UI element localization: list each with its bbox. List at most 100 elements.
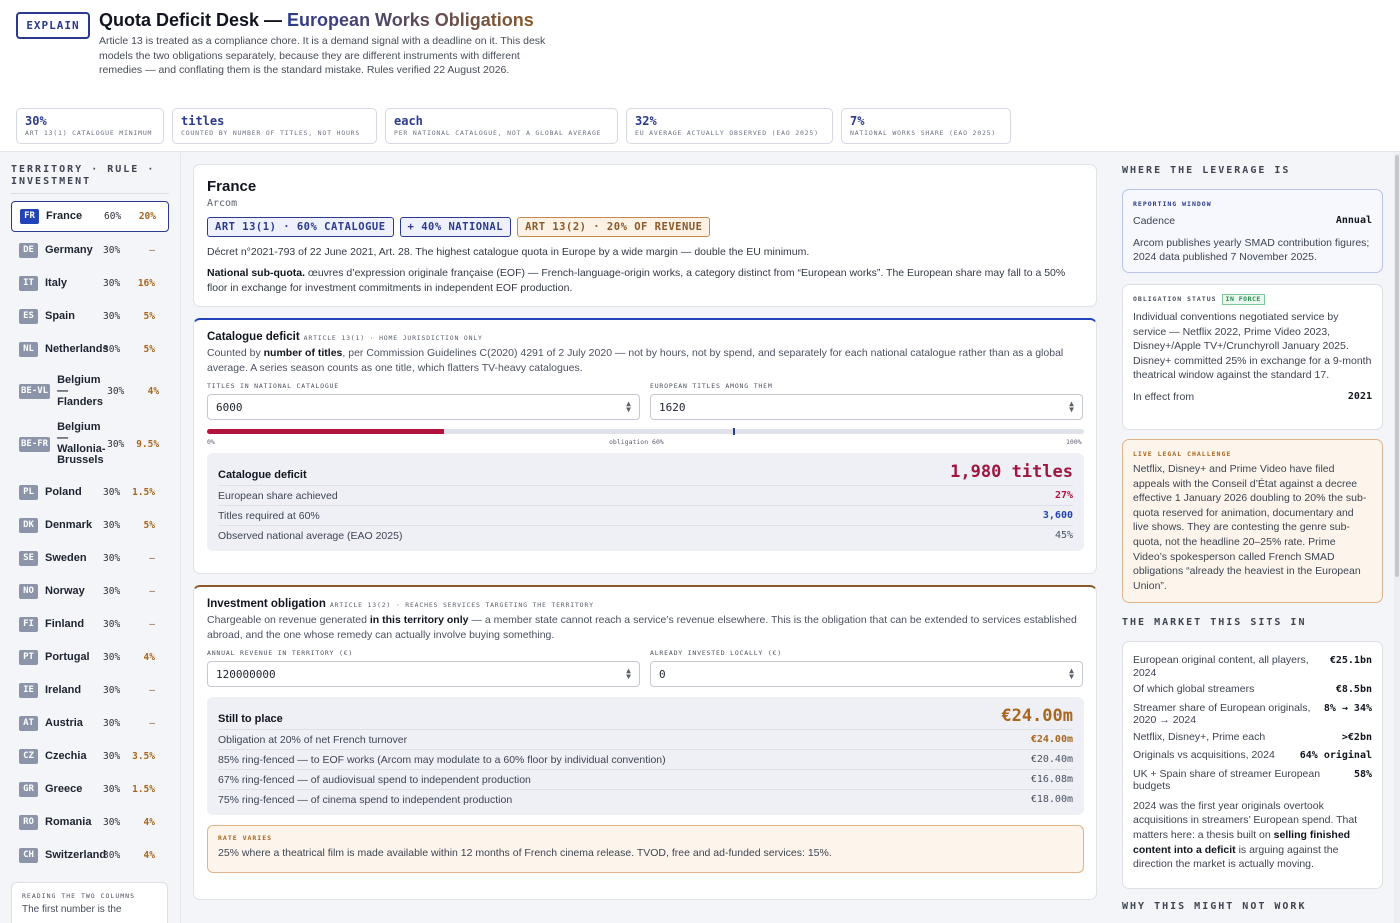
territory-catalogue: 30% — [103, 277, 121, 289]
territory-code: CH — [19, 847, 38, 863]
territory-name: Belgium — Wallonia-Brussels — [57, 421, 106, 466]
territory-code: NO — [19, 583, 38, 599]
result-row: Obligation at 20% of net French turnover… — [218, 729, 1073, 749]
territory-code: RO — [19, 814, 38, 830]
stat-card: titles COUNTED BY NUMBER OF TITLES, NOT H… — [172, 108, 377, 144]
status-heading: OBLIGATION STATUS — [1133, 295, 1217, 303]
territory-name: Ireland — [45, 683, 82, 696]
scrollbar-thumb[interactable] — [1395, 155, 1399, 577]
result-row: 67% ring-fenced — of audiovisual spend t… — [218, 769, 1073, 789]
subquota-body: œuvres d’expression originale française … — [207, 267, 1066, 294]
territory-item[interactable]: CH Switzerland 30% 4% — [11, 844, 169, 866]
reporting-window-box: REPORTING WINDOW Cadence Annual Arcom pub… — [1122, 189, 1383, 273]
territory-item[interactable]: PL Poland 30% 1.5% — [11, 481, 169, 503]
titles-input[interactable]: 6000 ▲ ▼ — [207, 394, 640, 420]
row-value: €18.00m — [1030, 794, 1073, 805]
result-row: 85% ring-fenced — to EOF works (Arcom ma… — [218, 749, 1073, 769]
territory-item[interactable]: GR Greece 30% 1.5% — [11, 778, 169, 800]
territory-code: BE-VL — [19, 383, 51, 399]
bar-min-label: 0% — [207, 438, 215, 446]
territory-name: Greece — [45, 782, 83, 795]
territory-investment: 9.5% — [136, 438, 160, 450]
header: EXPLAIN Quota Deficit Desk — European Wo… — [0, 0, 1400, 152]
market-row-value: €8.5bn — [1335, 684, 1372, 695]
stat-card: 30% ART 13(1) CATALOGUE MINIMUM — [16, 108, 164, 144]
territory-item[interactable]: AT Austria 30% — — [11, 712, 169, 734]
territory-item[interactable]: SE Sweden 30% — — [11, 547, 169, 569]
territory-title: France — [207, 178, 257, 195]
territory-catalogue: 30% — [103, 849, 121, 861]
market-row-value: 64% original — [1299, 750, 1372, 762]
territory-item[interactable]: CZ Czechia 30% 3.5% — [11, 745, 169, 767]
stat-label: ART 13(1) CATALOGUE MINIMUM — [25, 129, 153, 137]
scrollbar[interactable] — [1394, 153, 1400, 923]
territory-name: Czechia — [45, 749, 87, 762]
territory-code: PL — [19, 484, 38, 500]
stepper-icon[interactable]: ▲ ▼ — [626, 400, 631, 414]
stepper-icon[interactable]: ▲ ▼ — [1069, 667, 1074, 681]
obligation-marker — [733, 428, 736, 435]
territory-item[interactable]: ES Spain 30% 5% — [11, 305, 169, 327]
market-row-label: UK + Spain share of streamer European bu… — [1133, 767, 1321, 793]
stepper-icon[interactable]: ▲ ▼ — [626, 667, 631, 681]
territory-name: Sweden — [45, 551, 87, 564]
market-row-label: Netflix, Disney+, Prime each — [1133, 730, 1266, 743]
revenue-input[interactable]: 120000000 ▲ ▼ — [207, 661, 640, 687]
territory-name: Italy — [45, 276, 68, 289]
market-note: 2024 was the first year originals overto… — [1133, 799, 1372, 872]
territory-item[interactable]: FI Finland 30% — — [11, 613, 169, 635]
market-row-label: Of which global streamers — [1133, 683, 1255, 695]
territory-item[interactable]: PT Portugal 30% 4% — [11, 646, 169, 668]
challenge-body: Netflix, Disney+ and Prime Video have fi… — [1133, 463, 1367, 592]
territory-code: DE — [19, 242, 38, 258]
territory-code: FI — [19, 616, 38, 632]
territory-name: Finland — [45, 617, 85, 630]
status-badge: IN FORCE — [1221, 294, 1265, 305]
row-label: Observed national average (EAO 2025) — [218, 529, 403, 542]
market-row-label: Originals vs acquisitions, 2024 — [1133, 749, 1275, 762]
catalogue-field: EUROPEAN TITLES AMONG THEM 1620 ▲ ▼ — [650, 382, 1083, 420]
territory-code: AT — [19, 715, 38, 731]
investment-heading: Investment obligation ARTICLE 13(2) · REA… — [207, 598, 1083, 610]
territory-catalogue: 30% — [103, 750, 121, 762]
result-value: €24.00m — [1001, 706, 1073, 726]
territory-code: IT — [19, 275, 38, 291]
territory-investment: — — [149, 618, 155, 630]
territory-investment: 4% — [143, 651, 155, 663]
stepper-icon[interactable]: ▲ ▼ — [1069, 400, 1074, 414]
territory-card: France Arcom ART 13(1) · 60% CATALOGUE +… — [193, 164, 1097, 307]
result-row: Observed national average (EAO 2025) 45% — [218, 525, 1073, 545]
titles-input-value: 6000 — [216, 400, 243, 414]
territory-item[interactable]: IE Ireland 30% — — [11, 679, 169, 701]
market-row-value: 58% — [1353, 768, 1372, 780]
title-accent: European Works Obligations — [287, 10, 534, 30]
leverage-heading: WHERE THE LEVERAGE IS — [1122, 165, 1291, 176]
territory-catalogue: 30% — [103, 552, 121, 564]
territory-item[interactable]: DE Germany 30% — — [11, 239, 169, 261]
market-box: European original content, all players, … — [1122, 641, 1383, 889]
stat-label: NATIONAL WORKS SHARE (EAO 2025) — [850, 129, 997, 137]
european-titles-input[interactable]: 1620 ▲ ▼ — [650, 394, 1083, 420]
territory-item[interactable]: FR France 60% 20% — [11, 201, 169, 232]
result-row: 75% ring-fenced — of cinema spend to ind… — [218, 789, 1073, 809]
territory-item[interactable]: DK Denmark 30% 5% — [11, 514, 169, 536]
territory-item[interactable]: NL Netherlands 30% 5% — [11, 338, 169, 360]
invested-input[interactable]: 0 ▲ ▼ — [650, 661, 1083, 687]
territory-investment: — — [149, 717, 155, 729]
legal-challenge-box: LIVE LEGAL CHALLENGE Netflix, Disney+ an… — [1122, 439, 1383, 603]
territory-item[interactable]: RO Romania 30% 4% — [11, 811, 169, 833]
market-row-label: European original content, all players, … — [1133, 654, 1309, 679]
territory-catalogue: 30% — [103, 684, 121, 696]
territory-item[interactable]: BE-FR Belgium — Wallonia-Brussels 30% 9.5% — [11, 420, 169, 468]
territory-item[interactable]: IT Italy 30% 16% — [11, 272, 169, 294]
territory-name: Norway — [45, 584, 85, 597]
territory-item[interactable]: BE-VL Belgium — Flanders 30% 4% — [11, 371, 169, 411]
title-main: Quota Deficit Desk — — [99, 10, 288, 30]
reading-note-body: The first number is the — [22, 904, 122, 915]
subquota-text: National sub-quota. œuvres d’expression … — [207, 266, 1083, 296]
territory-investment: 4% — [147, 385, 160, 397]
territory-item[interactable]: NO Norway 30% — — [11, 580, 169, 602]
territory-investment: 1.5% — [132, 783, 155, 795]
explain-button[interactable]: EXPLAIN — [16, 12, 90, 39]
regulator-name: Arcom — [207, 198, 238, 209]
